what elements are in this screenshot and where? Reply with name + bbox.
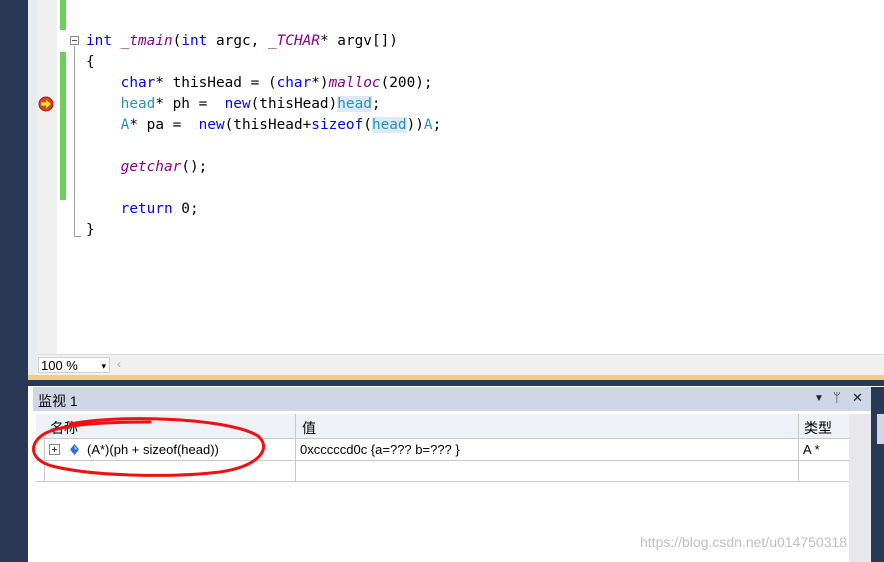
code-token: _TCHAR <box>267 33 320 49</box>
ide-left-gutter <box>28 0 37 375</box>
column-header-name[interactable]: 名称 <box>50 418 78 438</box>
dropdown-icon[interactable]: ▼ <box>814 393 824 404</box>
code-token: 0; <box>172 201 199 217</box>
code-token: *) <box>311 75 329 91</box>
code-token: argc, <box>207 33 268 49</box>
code-editor[interactable] <box>57 0 884 354</box>
watch-variable-icon <box>70 444 79 455</box>
code-token: A <box>423 117 433 133</box>
code-token: char <box>120 75 156 91</box>
zoom-select[interactable]: 100 % ▾ <box>38 357 110 373</box>
code-line[interactable]: int _tmain(int argc, _TCHAR* argv[]) <box>86 32 398 50</box>
watch-expression[interactable]: (A*)(ph + sizeof(head)) <box>87 442 219 457</box>
code-token: int <box>181 33 208 49</box>
code-token: new <box>198 117 225 133</box>
current-statement-arrow-icon <box>38 96 54 112</box>
ide-left-frame <box>0 0 28 562</box>
code-token: head <box>337 96 372 112</box>
code-token: (thisHead+ <box>224 117 312 133</box>
change-marker <box>60 0 66 30</box>
code-token: head <box>371 117 407 133</box>
code-token: (thisHead) <box>250 96 338 112</box>
code-token: * thisHead = ( <box>155 75 277 91</box>
code-token: ; <box>371 96 381 112</box>
code-line[interactable]: { <box>86 53 95 71</box>
code-token: _tmain <box>120 33 173 49</box>
collapse-toggle-icon[interactable] <box>70 36 79 45</box>
code-token: { <box>86 54 95 70</box>
code-token: int <box>86 33 112 49</box>
row-divider <box>36 481 849 482</box>
code-token: ; <box>432 117 442 133</box>
code-line[interactable]: return 0; <box>86 200 199 218</box>
column-header-type[interactable]: 类型 <box>804 418 832 438</box>
panel-frame <box>28 380 884 386</box>
expand-icon[interactable] <box>49 444 60 455</box>
pin-icon[interactable]: ᛘ <box>833 390 841 405</box>
column-divider[interactable] <box>798 414 799 482</box>
code-token: sizeof <box>311 117 364 133</box>
code-token: * ph = <box>155 96 225 112</box>
row-divider <box>36 460 849 461</box>
code-line[interactable]: getchar(); <box>86 158 208 176</box>
close-icon[interactable]: ✕ <box>852 390 863 406</box>
chevron-down-icon: ▾ <box>101 361 106 371</box>
code-token: malloc <box>328 75 381 91</box>
code-token: (200); <box>380 75 433 91</box>
code-token: * pa = <box>129 117 199 133</box>
code-token: )) <box>406 117 424 133</box>
outline-line <box>74 46 75 236</box>
code-token: } <box>86 222 95 238</box>
code-token: new <box>224 96 251 112</box>
change-marker <box>60 52 66 200</box>
code-token: ( <box>363 117 372 133</box>
code-token: getchar <box>120 159 182 175</box>
code-token: return <box>120 201 173 217</box>
code-token: (); <box>181 159 208 175</box>
watch-type: A * <box>803 442 820 457</box>
watermark-text: https://blog.csdn.net/u014750318 <box>640 534 848 550</box>
side-tab[interactable] <box>877 414 884 444</box>
code-token: * argv[]) <box>319 33 398 49</box>
watch-panel-title: 监视 1 <box>38 393 78 409</box>
breakpoint-margin[interactable] <box>37 0 57 354</box>
vertical-scrollbar[interactable] <box>849 414 871 562</box>
watch-panel-titlebar[interactable]: 监视 1 ▼ ᛘ ✕ <box>33 387 871 411</box>
code-line[interactable]: char* thisHead = (char*)malloc(200); <box>86 74 433 92</box>
outline-line-end <box>74 236 81 237</box>
code-line[interactable]: head* ph = new(thisHead)head; <box>86 95 381 113</box>
editor-status-bar: 100 % ▾ ‹ <box>37 354 884 376</box>
column-divider[interactable] <box>295 414 296 482</box>
watch-grid-header: 名称 值 类型 <box>36 414 849 439</box>
watch-value[interactable]: 0xcccccd0c {a=??? b=??? } <box>300 442 460 457</box>
zoom-value: 100 % <box>41 358 78 373</box>
code-line[interactable]: A* pa = new(thisHead+sizeof(head))A; <box>86 116 441 134</box>
code-token: char <box>276 75 312 91</box>
scroll-left-icon[interactable]: ‹ <box>117 357 121 371</box>
code-line[interactable]: } <box>86 221 95 239</box>
code-token: head <box>120 96 156 112</box>
column-header-value[interactable]: 值 <box>302 418 316 438</box>
